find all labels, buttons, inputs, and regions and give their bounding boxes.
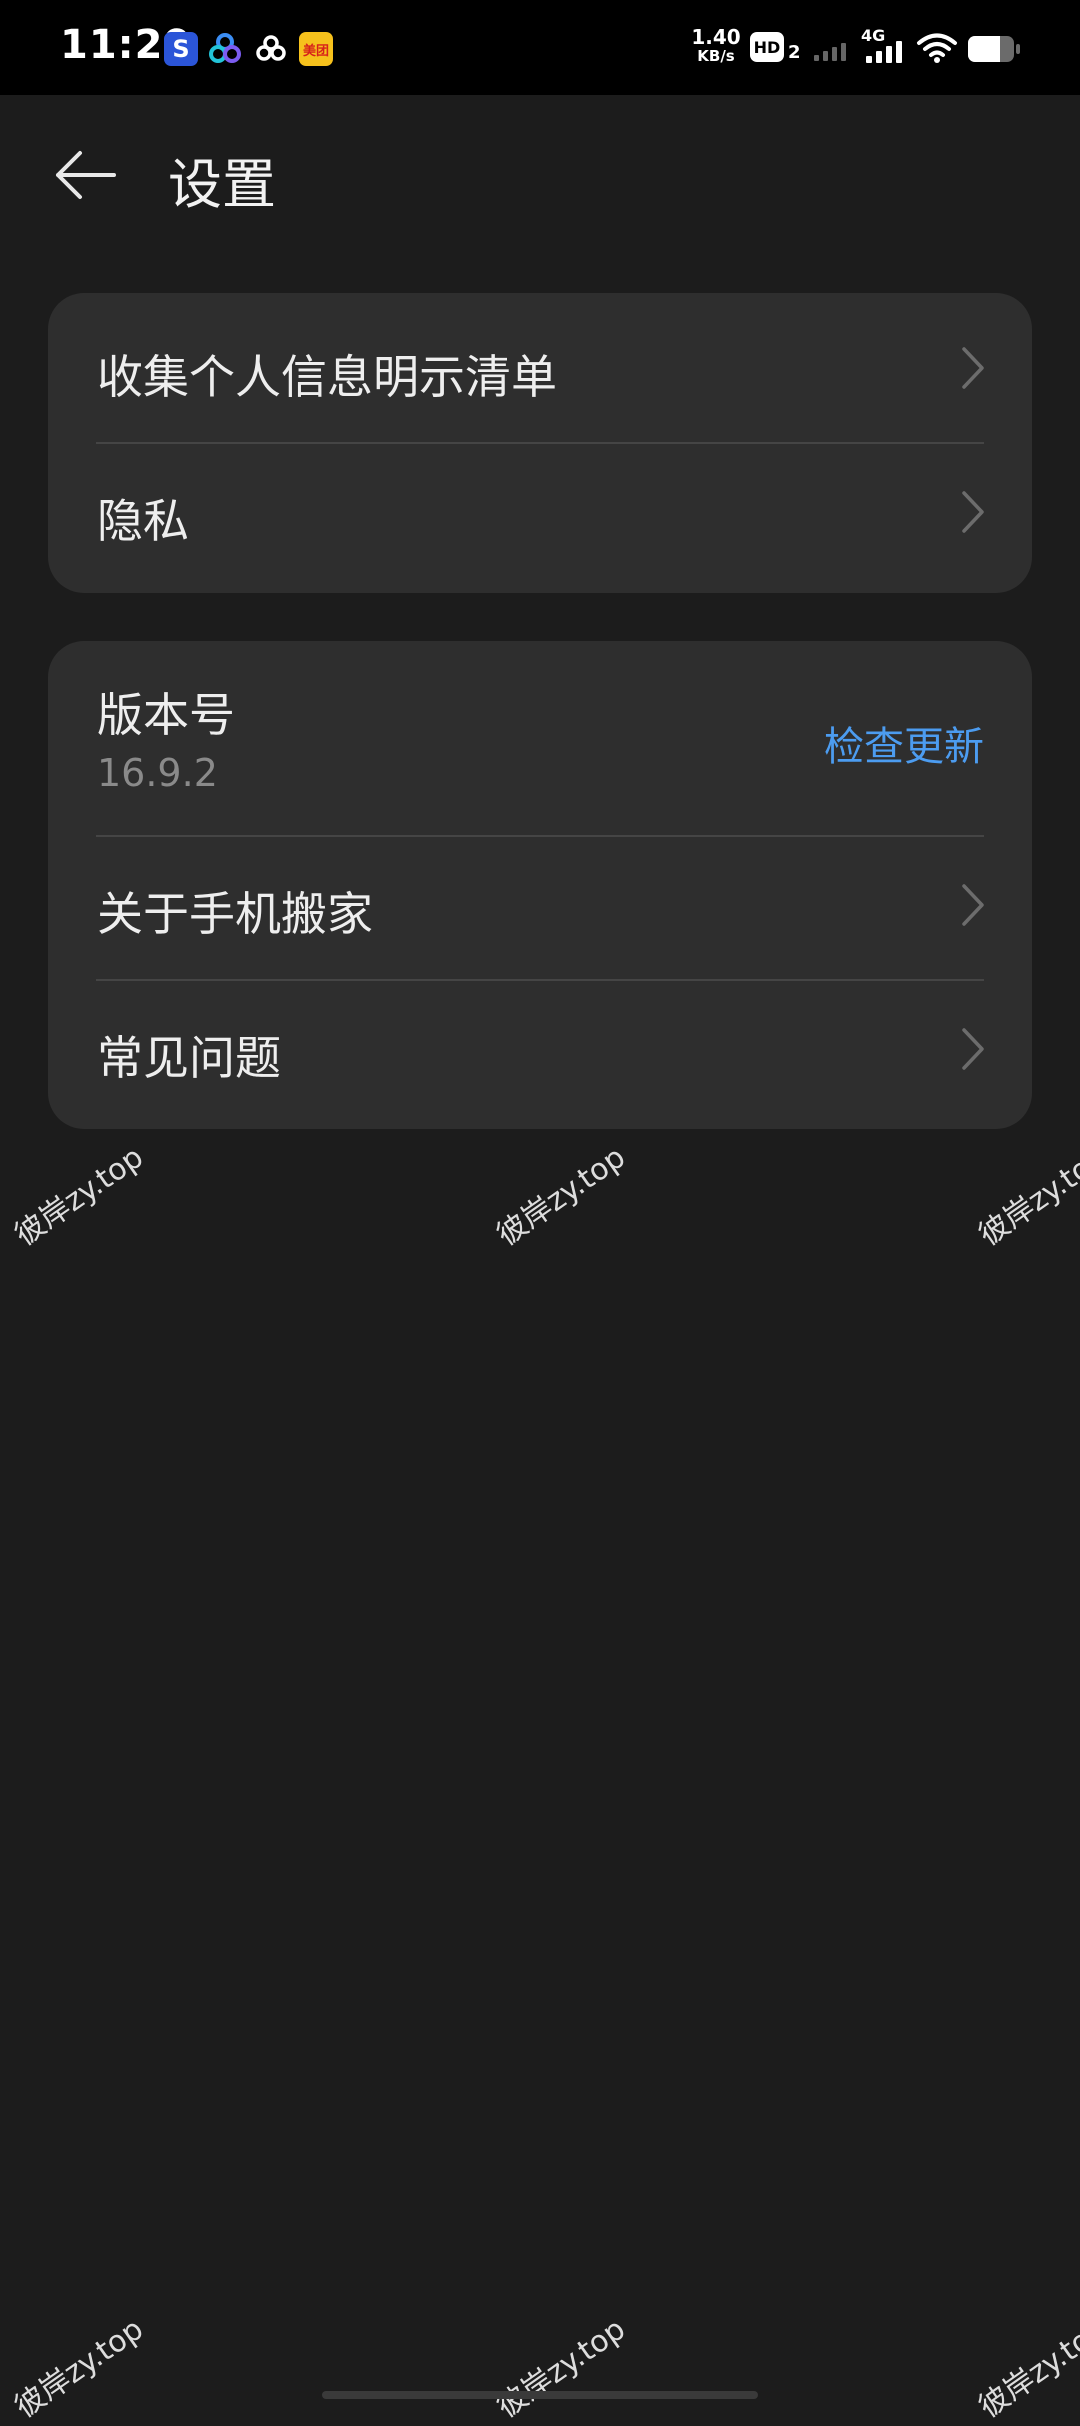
watermark: 彼岸zy.top xyxy=(490,1139,632,1254)
chevron-right-icon xyxy=(962,884,984,926)
watermark: 彼岸zy.top xyxy=(972,2311,1080,2426)
watermark: 彼岸zy.top xyxy=(972,1139,1080,1254)
notification-app-icon-meituan: 美团 xyxy=(299,32,333,66)
watermark: 彼岸zy.top xyxy=(490,2311,632,2426)
version-row: 版本号 16.9.2 检查更新 xyxy=(48,641,1032,835)
about-card: 版本号 16.9.2 检查更新 关于手机搬家 常见问题 xyxy=(48,641,1032,1129)
hd-label: HD xyxy=(750,32,784,62)
list-item-personal-info-list[interactable]: 收集个人信息明示清单 xyxy=(48,293,1032,443)
version-label: 版本号 xyxy=(97,688,235,742)
battery-icon xyxy=(968,36,1020,62)
battery-level-fill xyxy=(968,36,1000,62)
list-item-about-phone-clone[interactable]: 关于手机搬家 xyxy=(48,836,1032,981)
privacy-card: 收集个人信息明示清单 隐私 xyxy=(48,293,1032,593)
chevron-right-icon xyxy=(962,491,984,533)
page-title: 设置 xyxy=(168,153,276,216)
notification-app-icon-triple-circle xyxy=(208,32,242,66)
list-item-label: 隐私 xyxy=(97,494,189,548)
watermark: 彼岸zy.top xyxy=(8,1139,150,1254)
home-indicator[interactable] xyxy=(322,2391,758,2399)
chevron-right-icon xyxy=(962,1028,984,1070)
check-update-button[interactable]: 检查更新 xyxy=(824,714,984,772)
watermark: 彼岸zy.top xyxy=(8,2311,150,2426)
chevron-right-icon xyxy=(962,347,984,389)
back-button[interactable] xyxy=(40,138,130,212)
network-speed: 1.40 KB/s xyxy=(686,27,746,64)
list-item-label: 常见问题 xyxy=(97,1031,281,1085)
wifi-icon xyxy=(916,32,958,68)
status-bar: 11:29 S 美团 1.40 KB/s HD 2 4G xyxy=(0,0,1080,95)
notification-app-icon-s: S xyxy=(164,32,198,66)
list-item-privacy[interactable]: 隐私 xyxy=(48,443,1032,593)
list-item-label: 收集个人信息明示清单 xyxy=(97,350,557,404)
back-arrow-icon xyxy=(56,151,116,199)
network-speed-value: 1.40 xyxy=(691,25,741,49)
notification-app-icon-rings xyxy=(254,32,288,66)
list-item-label: 关于手机搬家 xyxy=(97,887,373,941)
version-value: 16.9.2 xyxy=(97,751,218,795)
hd-sub: 2 xyxy=(788,42,801,63)
hd-voice-icon: HD 2 xyxy=(750,32,806,63)
network-speed-unit: KB/s xyxy=(697,47,735,65)
list-item-faq[interactable]: 常见问题 xyxy=(48,980,1032,1129)
signal-sim1-icon xyxy=(812,38,852,66)
signal-sim2-icon xyxy=(864,38,908,68)
